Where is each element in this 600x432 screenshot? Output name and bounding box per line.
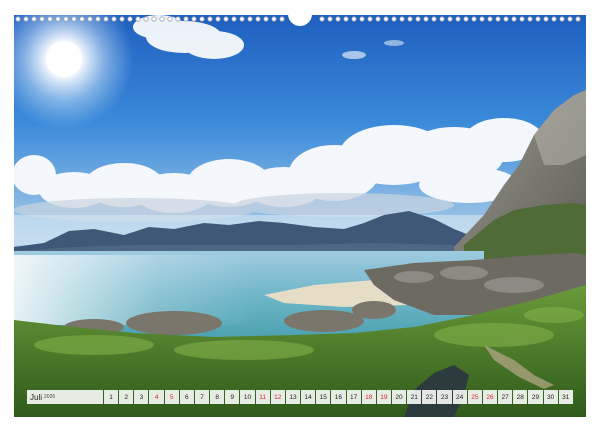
day-cell: 26 <box>482 390 498 404</box>
day-cell: 24 <box>452 390 467 404</box>
day-list: 1 2 3 4 5 6 7 8 9 10 11 12 13 14 15 16 17 18 19 20 21 22 23 24 2… <box>104 390 573 404</box>
calendar-page: Juli 2026 1 2 3 4 5 6 7 8 9 10 11 12 13 14 15 16 17 18 19 2… <box>0 0 600 432</box>
day-cell: 22 <box>422 390 437 404</box>
day-cell: 16 <box>331 390 346 404</box>
day-cell: 30 <box>543 390 558 404</box>
day-cell: 1 <box>104 390 119 404</box>
month-label: Juli 2026 <box>27 390 103 404</box>
day-cell: 4 <box>149 390 164 404</box>
day-cell: 17 <box>346 390 361 404</box>
day-cell: 13 <box>285 390 301 404</box>
day-cell: 15 <box>316 390 331 404</box>
day-cell: 5 <box>164 390 179 404</box>
day-cell: 31 <box>558 390 573 404</box>
day-cell: 2 <box>119 390 134 404</box>
day-cell: 19 <box>376 390 391 404</box>
day-cell: 12 <box>270 390 285 404</box>
month-name: Juli <box>30 392 43 402</box>
spiral-binding <box>14 14 586 26</box>
day-cell: 29 <box>528 390 543 404</box>
day-cell: 6 <box>179 390 194 404</box>
landscape-photo <box>14 15 586 417</box>
day-cell: 9 <box>225 390 240 404</box>
day-cell: 23 <box>437 390 452 404</box>
calendar-strip: Juli 2026 1 2 3 4 5 6 7 8 9 10 11 12 13 14 15 16 17 18 19 2… <box>27 390 573 404</box>
day-cell: 8 <box>210 390 225 404</box>
year-label: 2026 <box>44 394 56 400</box>
day-cell: 10 <box>240 390 255 404</box>
day-cell: 11 <box>255 390 270 404</box>
day-cell: 18 <box>361 390 376 404</box>
day-cell: 3 <box>134 390 149 404</box>
day-cell: 7 <box>194 390 210 404</box>
day-cell: 14 <box>301 390 316 404</box>
day-cell: 28 <box>513 390 528 404</box>
day-cell: 21 <box>407 390 422 404</box>
day-cell: 25 <box>467 390 482 404</box>
day-cell: 27 <box>498 390 513 404</box>
day-cell: 20 <box>391 390 407 404</box>
